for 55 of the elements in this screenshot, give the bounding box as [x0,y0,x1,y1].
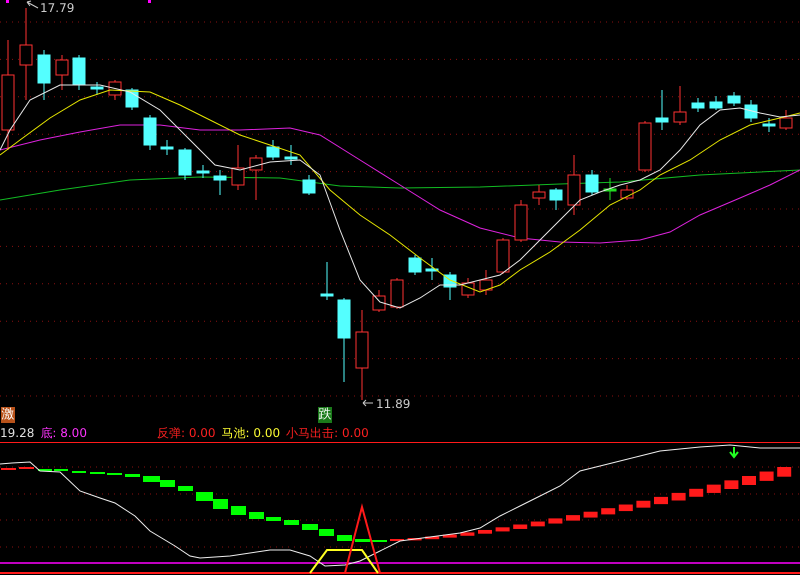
candlestick [656,90,668,130]
candlestick [266,140,280,160]
candlestick [586,170,598,196]
candlestick [408,254,422,276]
indicator-reading: 小马出击: 0.00 [286,424,369,442]
price-label: 17.79 [40,1,74,15]
candlestick [144,114,156,150]
candlestick [692,98,704,112]
indicator-reading: 19.28 [0,426,34,440]
arrow-icon [26,0,38,8]
candlestick [604,178,616,200]
candlestick [462,278,474,298]
candlestick [250,154,262,200]
candlestick [426,258,438,280]
candlestick [284,144,298,166]
candlestick [38,50,50,100]
candlestick [196,164,210,178]
indicator-reading: 反弹: 0.00 [156,424,216,442]
candlestick [532,184,546,206]
candlestick [780,110,792,130]
candlestick [90,82,104,96]
candlestick [302,174,316,196]
square-icon [148,0,151,3]
candlestick [480,270,492,296]
candlestick [514,200,528,242]
indicator-reading: 底: 8.00 [40,424,87,442]
candlestick [214,170,226,196]
candlestick [496,238,510,274]
arrow-icon [362,400,374,406]
candlestick [762,118,776,132]
candlestick [320,262,334,300]
candlestick [108,80,122,100]
down-arrow-icon [729,446,739,459]
candlestick [638,120,652,172]
candlestick [728,92,740,106]
candlestick [56,54,68,90]
signal-badge: 跌 [318,407,332,423]
price-label: 11.89 [376,397,410,411]
candlestick [232,144,244,190]
signal-badge: 激 [1,407,15,423]
square-icon [6,0,9,3]
candlestick [126,88,138,110]
candlestick [72,54,86,90]
candlestick [178,148,192,180]
candlestick [620,184,634,200]
candlestick [744,100,758,122]
candlestick [160,140,174,156]
candlestick [568,154,580,216]
candlestick [444,272,456,300]
candlestick [372,290,386,312]
candlestick [710,96,722,110]
candlestick [390,278,404,310]
indicator-reading: 马池: 0.00 [222,424,280,442]
candlestick [674,86,686,126]
candlestick [550,188,562,210]
